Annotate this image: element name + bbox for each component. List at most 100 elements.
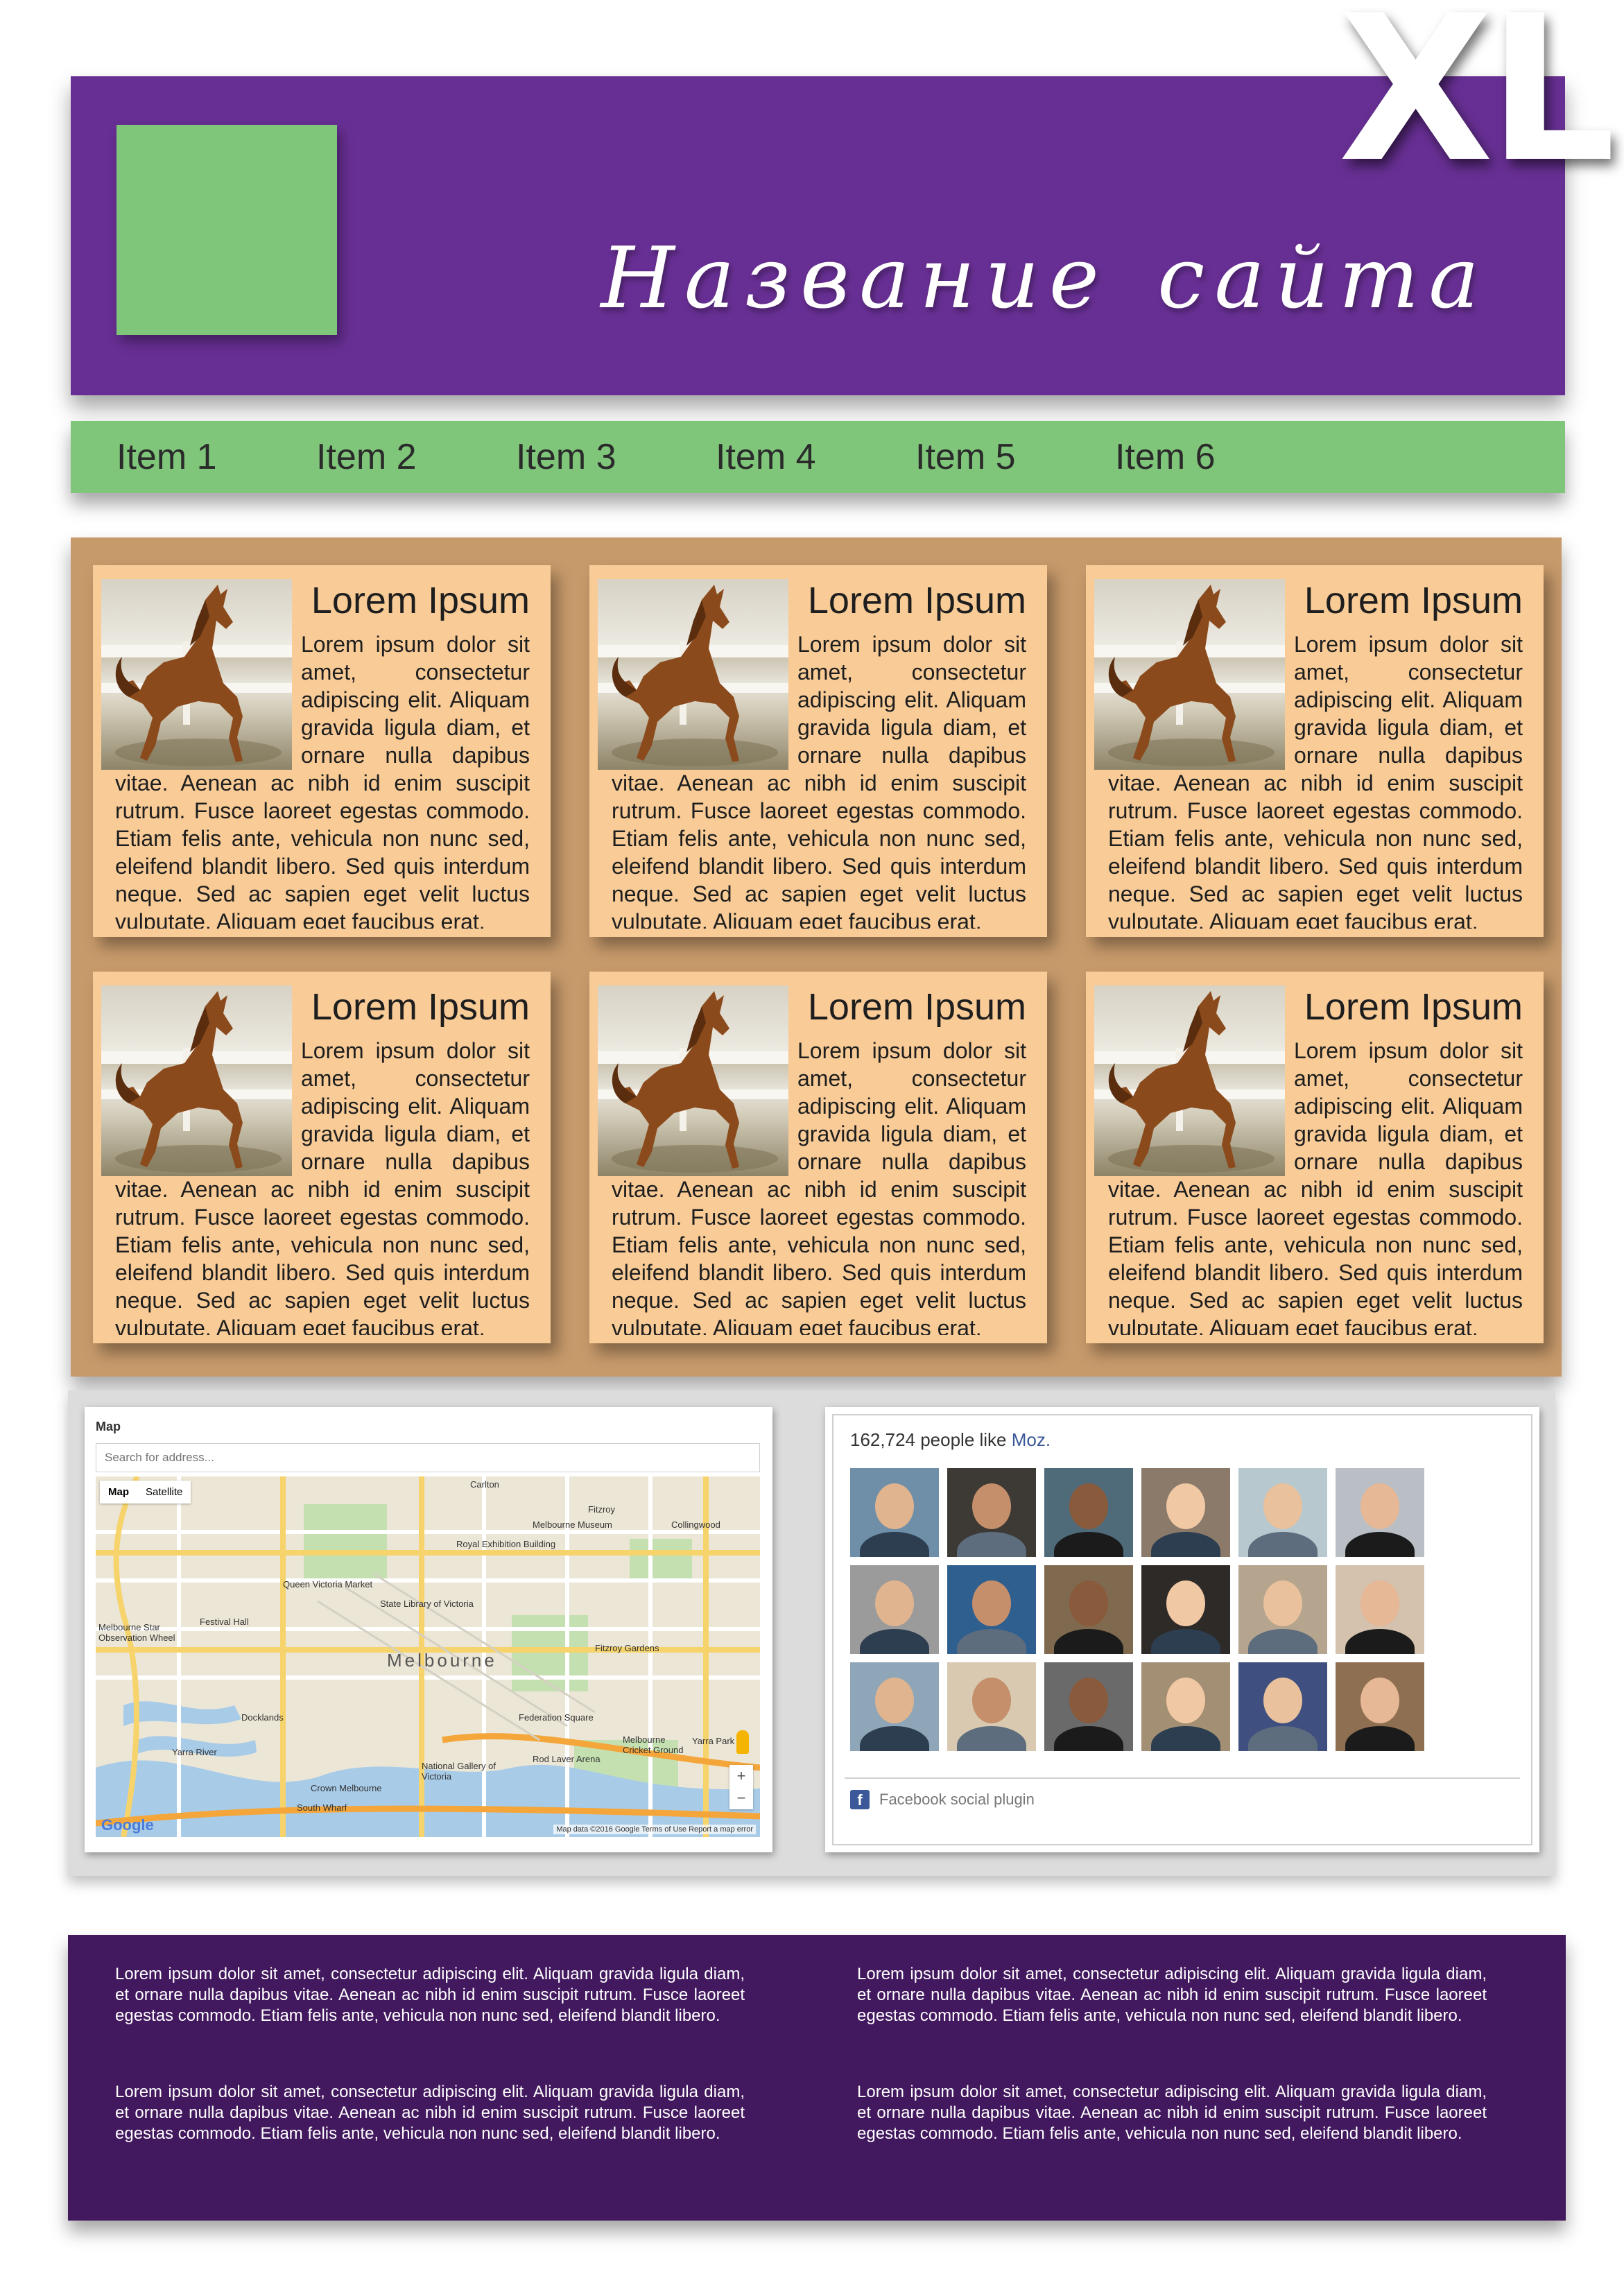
map-type-map-button[interactable]: Map <box>100 1481 137 1503</box>
avatar-15[interactable] <box>1044 1662 1133 1751</box>
content-card: Lorem ipsum dolor sit amet, consectetur … <box>589 565 1047 937</box>
site-title-word-1: Название <box>601 229 1109 327</box>
site-footer: Lorem ipsum dolor sit amet, consectetur … <box>68 1935 1566 2221</box>
card-title: Lorem Ipsum <box>1304 986 1523 1028</box>
map-label-federation-square: Federation Square <box>519 1712 594 1723</box>
avatar-shoulders <box>1151 1532 1220 1557</box>
nav-item-1[interactable]: Item 1 <box>116 436 316 478</box>
avatar-3[interactable] <box>1044 1468 1133 1557</box>
map-label-yarra-park: Yarra Park <box>692 1736 735 1746</box>
map-label-collingwood: Collingwood <box>671 1519 720 1530</box>
horse-image-graphic <box>101 585 292 766</box>
avatar-13[interactable] <box>850 1662 939 1751</box>
avatar-9[interactable] <box>1044 1565 1133 1654</box>
map-attribution[interactable]: Map data ©2016 Google Terms of Use Repor… <box>553 1825 756 1834</box>
footer-paragraph-1: Lorem ipsum dolor sit amet, consectetur … <box>115 1965 745 2025</box>
map-label-melbourne: Melbourne <box>387 1650 497 1671</box>
horse-photo <box>598 579 788 770</box>
avatar-6[interactable] <box>1336 1468 1424 1557</box>
avatar-face <box>1069 1580 1108 1626</box>
content-card: Lorem ipsum dolor sit amet, consectetur … <box>589 972 1047 1343</box>
avatar-face <box>875 1483 914 1529</box>
avatar-face <box>1360 1483 1399 1529</box>
site-title: Название сайта <box>601 229 1489 327</box>
footer-paragraph-4: Lorem ipsum dolor sit amet, consectetur … <box>857 2083 1487 2143</box>
card-title: Lorem Ipsum <box>807 986 1026 1028</box>
map-canvas[interactable]: Melbourne Carlton Fitzroy Collingwood Do… <box>96 1476 760 1837</box>
site-logo[interactable] <box>116 125 337 335</box>
avatar-shoulders <box>1151 1726 1220 1751</box>
content-card: Lorem ipsum dolor sit amet, consectetur … <box>93 972 551 1343</box>
map-label-yarra-river: Yarra River <box>172 1747 217 1757</box>
map-label-festival-hall: Festival Hall <box>200 1617 249 1627</box>
horse-image-graphic <box>101 991 292 1173</box>
horse-image-graphic <box>1094 585 1285 766</box>
nav-item-6[interactable]: Item 6 <box>1115 436 1315 478</box>
horse-photo <box>1094 579 1285 770</box>
main-nav: Item 1 Item 2 Item 3 Item 4 Item 5 Item … <box>71 421 1565 493</box>
nav-item-2[interactable]: Item 2 <box>316 436 516 478</box>
avatar-face <box>1069 1678 1108 1723</box>
map-label-docklands: Docklands <box>241 1712 284 1723</box>
xl-badge: XL <box>1338 0 1616 207</box>
facebook-like-count: 162,724 people like Moz. <box>850 1429 1051 1451</box>
avatar-14[interactable] <box>947 1662 1036 1751</box>
content-area: Lorem ipsum dolor sit amet, consectetur … <box>71 537 1562 1377</box>
nav-item-3[interactable]: Item 3 <box>516 436 716 478</box>
nav-item-4[interactable]: Item 4 <box>716 436 915 478</box>
zoom-out-button[interactable]: − <box>729 1787 753 1809</box>
pegman-icon[interactable] <box>736 1730 749 1754</box>
avatar-shoulders <box>1248 1726 1318 1751</box>
horse-image-graphic <box>1094 991 1285 1173</box>
avatar-face <box>972 1483 1011 1529</box>
map-label-rod-laver: Rod Laver Arena <box>533 1754 601 1764</box>
facebook-like-count-text: 162,724 people like <box>850 1429 1012 1450</box>
map-label-fitzroy-gardens: Fitzroy Gardens <box>595 1643 659 1653</box>
map-label-mcg: Melbourne Cricket Ground <box>623 1734 684 1755</box>
content-card: Lorem ipsum dolor sit amet, consectetur … <box>1086 972 1544 1343</box>
facebook-widget-frame: 162,724 people like Moz. f Facebook soci… <box>832 1414 1532 1845</box>
avatar-18[interactable] <box>1336 1662 1424 1751</box>
horse-photo <box>101 985 292 1176</box>
avatar-face <box>1069 1483 1108 1529</box>
avatar-17[interactable] <box>1238 1662 1327 1751</box>
map-label-star-wheel: Melbourne Star Observation Wheel <box>98 1622 175 1643</box>
avatar-1[interactable] <box>850 1468 939 1557</box>
avatar-shoulders <box>1151 1629 1220 1654</box>
avatar-shoulders <box>957 1726 1026 1751</box>
map-label-crown: Crown Melbourne <box>311 1783 382 1793</box>
map-label-royal-exhibition: Royal Exhibition Building <box>456 1539 556 1549</box>
map-type-satellite-button[interactable]: Satellite <box>137 1481 191 1503</box>
avatar-5[interactable] <box>1238 1468 1327 1557</box>
map-zoom-control: + − <box>729 1765 753 1809</box>
site-title-word-2: сайта <box>1157 229 1489 327</box>
avatar-8[interactable] <box>947 1565 1036 1654</box>
avatar-7[interactable] <box>850 1565 939 1654</box>
avatar-4[interactable] <box>1141 1468 1230 1557</box>
avatar-10[interactable] <box>1141 1565 1230 1654</box>
map-label-queen-victoria-market: Queen Victoria Market <box>283 1579 373 1589</box>
avatar-16[interactable] <box>1141 1662 1230 1751</box>
map-label-state-library: State Library of Victoria <box>380 1599 474 1609</box>
avatar-11[interactable] <box>1238 1565 1327 1654</box>
footer-paragraph-3: Lorem ipsum dolor sit amet, consectetur … <box>115 2083 745 2143</box>
card-title: Lorem Ipsum <box>807 580 1026 621</box>
facebook-brand-link[interactable]: Moz. <box>1012 1429 1051 1450</box>
footer-paragraph-2: Lorem ipsum dolor sit amet, consectetur … <box>857 1965 1487 2025</box>
map-label-national-gallery: National Gallery of Victoria <box>422 1761 496 1782</box>
avatar-shoulders <box>1248 1629 1318 1654</box>
map-label-carlton: Carlton <box>470 1479 499 1490</box>
horse-photo <box>1094 985 1285 1176</box>
zoom-in-button[interactable]: + <box>729 1765 753 1787</box>
avatar-face <box>875 1678 914 1723</box>
facebook-plugin-footer[interactable]: f Facebook social plugin <box>850 1790 1035 1809</box>
nav-item-5[interactable]: Item 5 <box>915 436 1115 478</box>
avatar-shoulders <box>957 1629 1026 1654</box>
avatar-face <box>1360 1678 1399 1723</box>
avatar-2[interactable] <box>947 1468 1036 1557</box>
facebook-plugin-label: Facebook social plugin <box>879 1791 1035 1808</box>
avatar-12[interactable] <box>1336 1565 1424 1654</box>
map-search-input[interactable] <box>96 1443 760 1472</box>
avatar-shoulders <box>1054 1532 1123 1557</box>
horse-photo <box>598 985 788 1176</box>
